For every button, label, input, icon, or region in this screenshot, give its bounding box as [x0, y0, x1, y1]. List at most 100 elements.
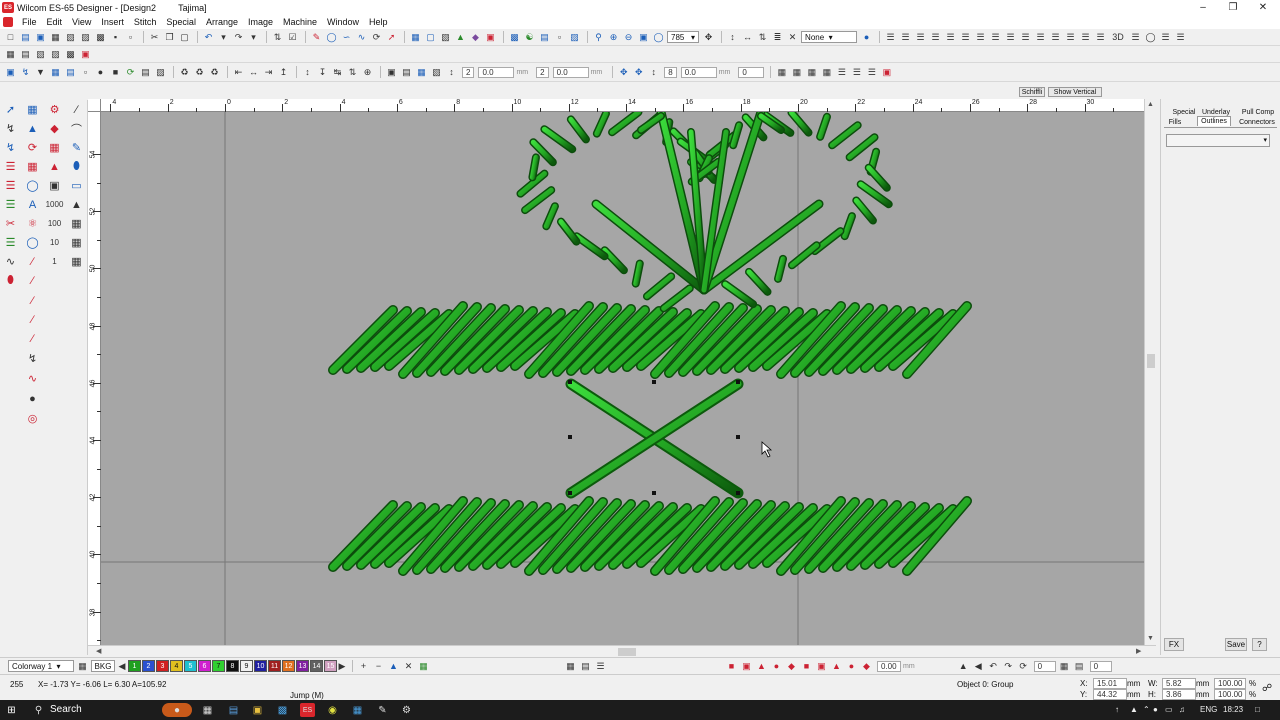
tray-chevron-icon[interactable]: ⌃ [1143, 705, 1150, 714]
appliqué-icon[interactable]: ☰ [1159, 31, 1172, 44]
photo-tool-icon[interactable]: ▣ [47, 178, 62, 193]
angle-a-icon[interactable]: ↕ [445, 66, 458, 79]
vertical-scrollbar[interactable]: ▲ ▼ [1144, 99, 1156, 645]
applique-tool-icon[interactable]: ⬮ [3, 273, 18, 288]
hoop-icon[interactable]: ▢ [424, 31, 437, 44]
tab-connectors[interactable]: Connectors [1239, 117, 1275, 127]
stipple-icon[interactable]: ☰ [974, 31, 987, 44]
select-tool-icon[interactable]: ➚ [3, 102, 18, 117]
color-swatch-9[interactable]: 9 [240, 660, 253, 672]
checklist-icon[interactable]: ☑ [286, 31, 299, 44]
monogram-tool-icon[interactable]: ▲ [69, 197, 84, 212]
color-swatch-6[interactable]: 6 [198, 660, 211, 672]
outline-type-select[interactable]: ▾ [1166, 134, 1270, 147]
send-icon[interactable]: ▪ [109, 31, 122, 44]
motif-fill-icon[interactable]: ☰ [959, 31, 972, 44]
add-color-icon[interactable]: + [357, 660, 370, 673]
skew-angle-input[interactable]: 0 [1089, 660, 1112, 672]
tab-schiffli[interactable]: Schiffli [1019, 87, 1045, 97]
object-properties-icon[interactable]: ▤ [19, 48, 32, 61]
offset-x-input[interactable]: 0.0 [478, 66, 515, 78]
design-canvas[interactable] [101, 112, 1144, 645]
fill-type-select[interactable]: None ▾ [801, 31, 858, 43]
scale-width-input[interactable]: 100.00 [1214, 678, 1246, 689]
triple-run-icon[interactable]: ☰ [1034, 31, 1047, 44]
scroll-v-thumb[interactable] [1147, 354, 1155, 368]
palette-icon[interactable]: ▣ [79, 48, 92, 61]
rotate-angle-input[interactable]: 0 [1033, 660, 1056, 672]
menu-special[interactable]: Special [161, 17, 201, 27]
show-all-icon[interactable]: ☰ [594, 660, 607, 673]
machine-icon[interactable]: ▫ [124, 31, 137, 44]
width-input[interactable]: 5.82 [1162, 678, 1196, 689]
color-swatch-14[interactable]: 14 [310, 660, 323, 672]
team-name-icon[interactable]: ⚛ [25, 216, 40, 231]
rectangle-tool-icon[interactable]: ▭ [69, 178, 84, 193]
save-button[interactable]: Save [1225, 638, 1247, 651]
stop-icon[interactable]: ■ [109, 66, 122, 79]
node-tool-icon[interactable]: ↯ [25, 351, 40, 366]
print-preview-icon[interactable]: ▨ [79, 31, 92, 44]
stop-icon-a[interactable]: ■ [725, 660, 738, 673]
menu-machine[interactable]: Machine [278, 17, 322, 27]
outline-icon[interactable]: ◯ [325, 31, 338, 44]
flip-h-icon[interactable]: ▲ [957, 660, 970, 673]
color-pick-icon[interactable]: ▲ [387, 660, 400, 673]
palette-right-icon[interactable]: ▶ [338, 660, 346, 673]
x-input[interactable]: 15.01 [1093, 678, 1127, 689]
color-swatch-7[interactable]: 7 [212, 660, 225, 672]
lock-ratio-icon[interactable]: ☍ [1262, 683, 1272, 694]
input-b-icon[interactable]: ▦ [25, 159, 40, 174]
document-menu-icon[interactable] [3, 17, 13, 27]
color-swatch-10[interactable]: 10 [254, 660, 267, 672]
snap-icon[interactable]: ⇅ [756, 31, 769, 44]
recalc-icon[interactable]: ⇅ [271, 31, 284, 44]
fancy-icon[interactable]: ☰ [929, 31, 942, 44]
offset-y-input[interactable]: 0.0 [552, 66, 589, 78]
zoom-icon[interactable]: ⚲ [592, 31, 605, 44]
rotate-left-icon[interactable]: ↶ [987, 660, 1000, 673]
task-view-icon[interactable]: ▦ [200, 703, 215, 717]
scroll-left-icon[interactable]: ◀ [96, 647, 101, 655]
target-tool-icon[interactable]: ◎ [25, 411, 40, 426]
thread-chart-icon[interactable]: ▦ [417, 660, 430, 673]
app-pinned-icon[interactable]: ▩ [275, 703, 290, 717]
envelope-tool-icon[interactable]: ▦ [69, 235, 84, 250]
scale-height-input[interactable]: 100.00 [1214, 689, 1246, 700]
arc-tool-icon[interactable]: ⌒ [69, 121, 84, 136]
windows-start-icon[interactable]: ⊞ [4, 703, 19, 717]
align-icon[interactable]: ↔ [741, 31, 754, 44]
ungroup-icon[interactable]: ▤ [400, 66, 413, 79]
stop-icon-g[interactable]: ▣ [815, 660, 828, 673]
search-icon[interactable]: ⚲ [31, 703, 46, 717]
undo-dropdown-icon[interactable]: ▾ [217, 31, 230, 44]
tray-network-icon[interactable]: ↑ [1115, 705, 1119, 714]
color-swatch-12[interactable]: 12 [282, 660, 295, 672]
color-swatch-5[interactable]: 5 [184, 660, 197, 672]
travel-last-icon[interactable]: ● [94, 66, 107, 79]
design-info-icon[interactable]: ▨ [49, 48, 62, 61]
globe-tool-icon[interactable]: ◯ [25, 178, 40, 193]
tray-language[interactable]: ENG [1200, 705, 1217, 714]
colorway-select[interactable]: Colorway 1 ▾ [8, 660, 74, 672]
cutwork-icon[interactable]: ☰ [1174, 31, 1187, 44]
paint-icon[interactable]: ✎ [375, 703, 390, 717]
align-top-icon[interactable]: ↥ [277, 66, 290, 79]
tray-volume-icon[interactable]: ♫ [1179, 705, 1185, 714]
align-bottom-icon[interactable]: ↧ [316, 66, 329, 79]
step-icon[interactable]: ☰ [914, 31, 927, 44]
zoom-in-icon[interactable]: ⊕ [607, 31, 620, 44]
align-center-icon[interactable]: ↔ [247, 66, 260, 79]
stop-icon-j[interactable]: ◆ [860, 660, 873, 673]
stitch-player-icon[interactable]: ▦ [564, 660, 577, 673]
align-right-icon[interactable]: ⇥ [262, 66, 275, 79]
wilcom-taskbar-icon[interactable]: ES [300, 703, 315, 717]
reflect-icon[interactable]: ▦ [820, 66, 833, 79]
open-icon[interactable]: ▤ [19, 31, 32, 44]
menu-file[interactable]: File [17, 17, 42, 27]
save-icon[interactable]: ▣ [34, 31, 47, 44]
kaleidoscope-icon[interactable]: ▦ [805, 66, 818, 79]
travel-icon[interactable]: ▤ [64, 66, 77, 79]
trims-icon[interactable]: ▣ [484, 31, 497, 44]
redo-dropdown-icon[interactable]: ▾ [247, 31, 260, 44]
